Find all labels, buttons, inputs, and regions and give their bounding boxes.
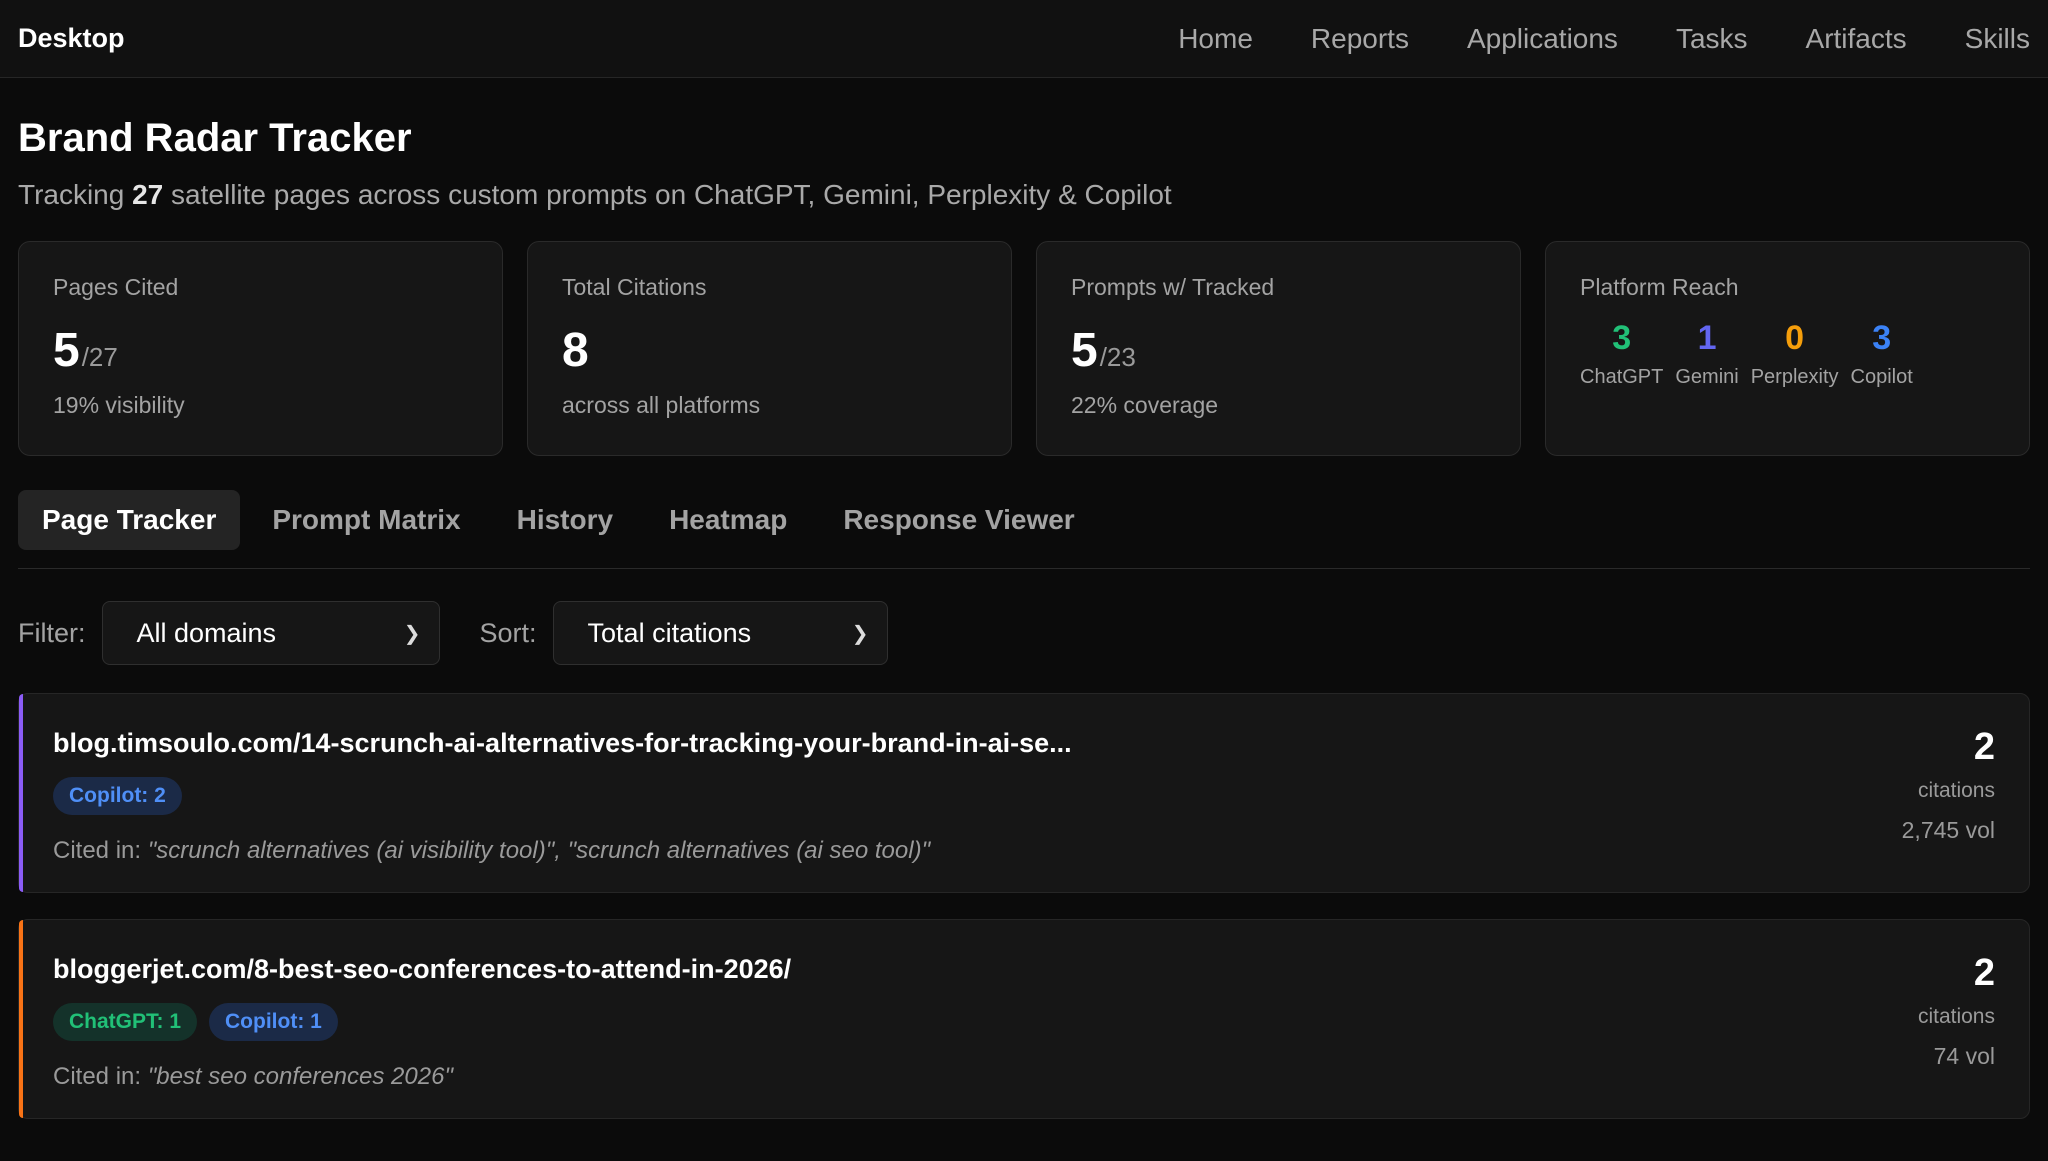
tab-page-tracker[interactable]: Page Tracker (18, 490, 241, 550)
card-subtext: 19% visibility (53, 392, 185, 418)
nav-home[interactable]: Home (1178, 23, 1253, 55)
subtitle-count: 27 (132, 179, 164, 210)
card-value: 5 /27 (53, 323, 468, 378)
subtitle-prefix: Tracking (18, 179, 133, 210)
nav-applications[interactable]: Applications (1467, 23, 1618, 55)
subtitle-suffix: satellite pages across custom prompts on… (163, 179, 1172, 210)
badge-copilot: Copilot: 1 (209, 1003, 338, 1041)
citation-label: citations (1917, 779, 1995, 802)
card-label: Total Citations (562, 274, 707, 300)
big-number: 8 (562, 324, 589, 377)
card-value: 8 (562, 323, 977, 378)
reach-label: Gemini (1675, 366, 1739, 388)
platform-reach-card: Platform Reach 3 ChatGPT 1 Gemini 0 Perp… (1545, 241, 2030, 456)
tab-response-viewer[interactable]: Response Viewer (819, 490, 1098, 550)
reach-count: 0 (1785, 319, 1805, 357)
chevron-down-icon: ❯ (851, 622, 869, 645)
page-url[interactable]: blog.timsoulo.com/14-scrunch-ai-alternat… (53, 728, 1072, 759)
tab-heatmap[interactable]: Heatmap (645, 490, 811, 550)
citation-count: 2 (1973, 726, 1995, 768)
denominator: /27 (81, 342, 118, 372)
nav-skills[interactable]: Skills (1965, 23, 2030, 55)
sort-select[interactable]: Total citations ❯ (552, 601, 888, 665)
nav-reports[interactable]: Reports (1311, 23, 1409, 55)
card-value: 5 /23 (1071, 323, 1486, 378)
card-label: Pages Cited (53, 274, 179, 300)
top-bar: Desktop Home Reports Applications Tasks … (0, 0, 2048, 78)
cited-prompts: "scrunch alternatives (ai visibility too… (147, 837, 931, 864)
nav-artifacts[interactable]: Artifacts (1806, 23, 1907, 55)
page-subtitle: Tracking 27 satellite pages across custo… (18, 179, 2030, 211)
domain-filter-select[interactable]: All domains ❯ (101, 601, 440, 665)
big-number: 5 (53, 324, 80, 377)
page-result-card[interactable]: bloggerjet.com/8-best-seo-conferences-to… (18, 919, 2030, 1119)
reach-count: 3 (1612, 319, 1632, 357)
main-content: Brand Radar Tracker Tracking 27 satellit… (0, 116, 2048, 1119)
result-info: blog.timsoulo.com/14-scrunch-ai-alternat… (53, 722, 1072, 892)
card-label: Prompts w/ Tracked (1071, 274, 1275, 300)
reach-label: Copilot (1850, 366, 1913, 388)
chevron-down-icon: ❯ (403, 622, 421, 645)
cited-in: Cited in: "best seo conferences 2026" (53, 1063, 791, 1091)
citation-count: 2 (1973, 952, 1995, 994)
reach-label: ChatGPT (1580, 366, 1664, 388)
sort-value: Total citations (587, 617, 752, 648)
denominator: /23 (1099, 342, 1136, 372)
filter-bar: Filter: All domains ❯ Sort: Total citati… (18, 601, 2030, 665)
card-subtext: across all platforms (562, 392, 761, 418)
nav-tasks[interactable]: Tasks (1676, 23, 1748, 55)
result-metrics: 2 citations 74 vol (1918, 948, 1995, 1118)
app-title: Desktop (18, 23, 125, 53)
platform-badges: ChatGPT: 1 Copilot: 1 (53, 1003, 791, 1041)
big-number: 5 (1071, 324, 1098, 377)
reach-count: 1 (1697, 319, 1717, 357)
filter-label: Filter: (18, 617, 86, 648)
tab-prompt-matrix[interactable]: Prompt Matrix (248, 490, 484, 550)
cited-in: Cited in: "scrunch alternatives (ai visi… (53, 837, 1072, 865)
domain-filter-value: All domains (136, 617, 277, 648)
reach-label: Perplexity (1750, 366, 1839, 388)
page-result-card[interactable]: blog.timsoulo.com/14-scrunch-ai-alternat… (18, 693, 2030, 893)
tab-history[interactable]: History (493, 490, 637, 550)
total-citations-card: Total Citations 8 across all platforms (527, 241, 1012, 456)
card-subtext: 22% coverage (1071, 392, 1219, 418)
cited-prompts: "best seo conferences 2026" (147, 1063, 453, 1090)
page-title: Brand Radar Tracker (18, 116, 412, 160)
cited-prefix: Cited in: (53, 837, 148, 864)
search-volume: 2,745 vol (1901, 817, 1995, 843)
cited-prefix: Cited in: (53, 1063, 148, 1090)
top-nav: Home Reports Applications Tasks Artifact… (1120, 23, 2030, 55)
reach-chatgpt: 3 ChatGPT (1580, 319, 1663, 389)
accent-bar (19, 694, 23, 892)
platform-badges: Copilot: 2 (53, 777, 1072, 815)
reach-copilot: 3 Copilot (1851, 319, 1913, 389)
search-volume: 74 vol (1933, 1043, 1995, 1069)
accent-bar (19, 920, 23, 1118)
platform-reach-list: 3 ChatGPT 1 Gemini 0 Perplexity 3 Copilo… (1580, 319, 1995, 389)
prompts-tracked-card: Prompts w/ Tracked 5 /23 22% coverage (1036, 241, 1521, 456)
result-info: bloggerjet.com/8-best-seo-conferences-to… (53, 948, 791, 1118)
badge-copilot: Copilot: 2 (53, 777, 182, 815)
stat-cards: Pages Cited 5 /27 19% visibility Total C… (18, 241, 2030, 456)
reach-gemini: 1 Gemini (1675, 319, 1738, 389)
pages-cited-card: Pages Cited 5 /27 19% visibility (18, 241, 503, 456)
page-url[interactable]: bloggerjet.com/8-best-seo-conferences-to… (53, 954, 791, 985)
view-tabs: Page Tracker Prompt Matrix History Heatm… (18, 490, 2030, 569)
citation-label: citations (1917, 1005, 1995, 1028)
reach-count: 3 (1872, 319, 1892, 357)
sort-label: Sort: (479, 617, 537, 648)
card-label: Platform Reach (1580, 274, 1739, 300)
result-metrics: 2 citations 2,745 vol (1902, 722, 1995, 892)
reach-perplexity: 0 Perplexity (1751, 319, 1839, 389)
badge-chatgpt: ChatGPT: 1 (53, 1003, 198, 1041)
